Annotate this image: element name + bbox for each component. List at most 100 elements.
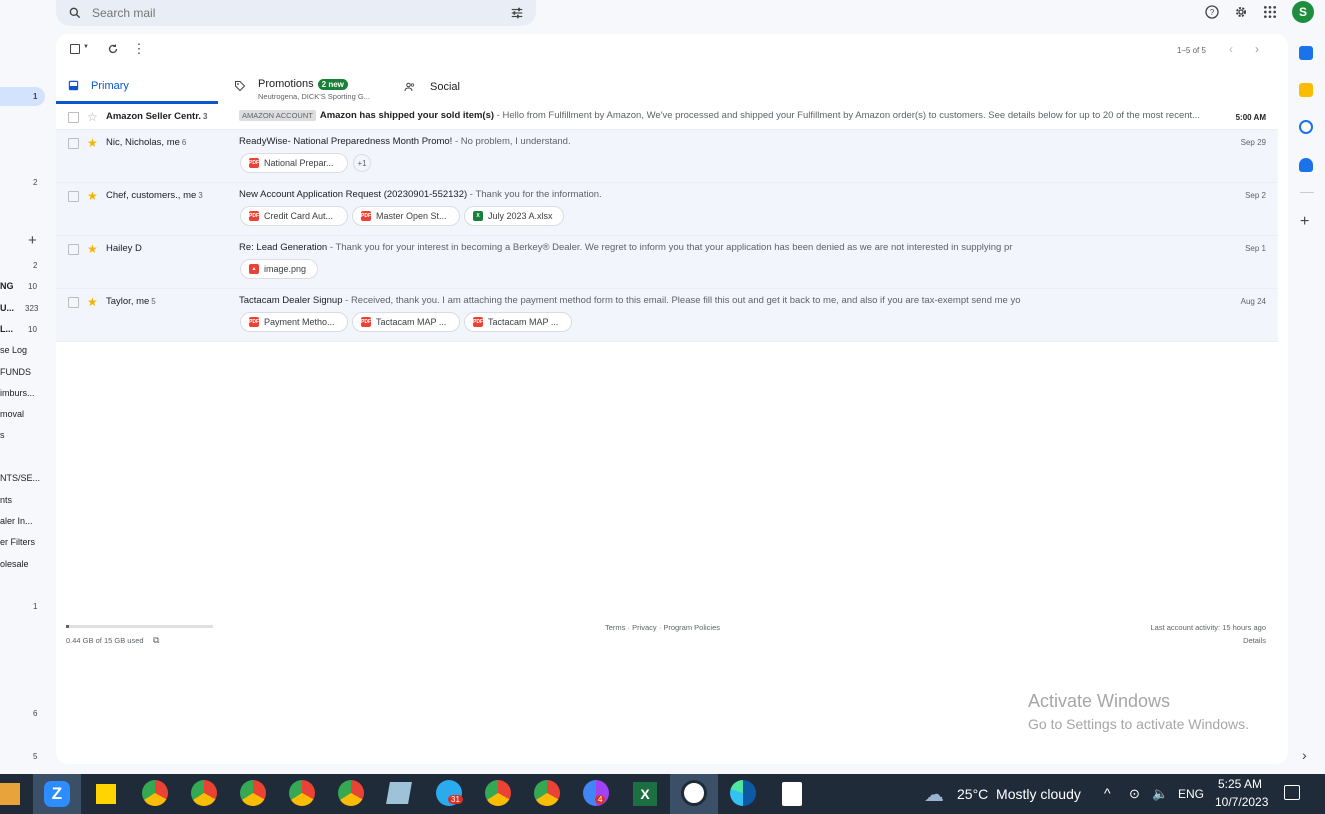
sidebar-label[interactable]: L... [0, 324, 13, 334]
help-icon[interactable]: ? [1203, 3, 1221, 21]
filter-options-icon[interactable] [508, 4, 526, 22]
tab-social[interactable]: Social [404, 70, 544, 104]
sidebar-label[interactable]: imburs... [0, 388, 35, 398]
refresh-icon[interactable] [104, 40, 122, 58]
sidebar-label[interactable]: NG [0, 281, 14, 291]
tab-label: Primary [91, 79, 129, 92]
footer-links[interactable]: Terms · Privacy · Program Policies [605, 623, 720, 632]
attachment-chip[interactable]: PDF Tactacam MAP ... [352, 312, 460, 332]
add-label-button[interactable]: + [28, 232, 37, 249]
gear-icon[interactable] [1232, 3, 1250, 21]
attachment-chip[interactable]: PDF Payment Metho... [240, 312, 348, 332]
pdf-icon: PDF [249, 211, 259, 221]
zoom-icon[interactable]: Z [44, 781, 70, 807]
contacts-icon[interactable] [1299, 158, 1313, 172]
email-date: Sep 2 [1245, 191, 1266, 200]
search-input[interactable] [92, 6, 508, 20]
notification-icon[interactable] [1284, 785, 1300, 800]
search-bar[interactable] [56, 0, 536, 26]
calculator-icon[interactable] [782, 782, 802, 806]
star-icon[interactable]: ★ [87, 190, 98, 202]
clock-date[interactable]: 10/7/2023 [1215, 795, 1268, 809]
email-date: Aug 24 [1240, 297, 1266, 306]
search-icon[interactable] [66, 4, 84, 22]
chrome-icon[interactable] [534, 780, 560, 806]
star-icon[interactable]: ☆ [87, 111, 98, 123]
row-checkbox[interactable] [68, 138, 79, 149]
inbox-count: 1 [33, 92, 38, 101]
attachment-chip[interactable]: PDF National Prepar... [240, 153, 348, 173]
chrome-icon[interactable] [289, 780, 315, 806]
apps-grid-icon[interactable] [1261, 3, 1279, 21]
attachment-chip[interactable]: PDF Credit Card Aut... [240, 206, 348, 226]
more-options-icon[interactable]: ⋮ [130, 40, 148, 58]
email-row[interactable]: ★ Chef, customers., me 3 New Account Appl… [56, 183, 1278, 236]
chevron-right-icon[interactable]: › [1255, 42, 1259, 56]
new-badge: 2 new [317, 79, 348, 90]
sticky-notes-icon[interactable] [96, 784, 116, 804]
clock-time[interactable]: 5:25 AM [1218, 777, 1262, 791]
chrome-icon[interactable] [142, 780, 168, 806]
select-dropdown-icon[interactable]: ▼ [83, 44, 89, 50]
chrome-icon[interactable] [338, 780, 364, 806]
keep-icon[interactable] [1299, 83, 1313, 97]
attachment-chip[interactable]: PDF Master Open St... [352, 206, 460, 226]
sidebar-item-inbox[interactable]: 1 [0, 87, 45, 106]
row-checkbox[interactable] [68, 244, 79, 255]
sidebar-label[interactable]: U... [0, 303, 14, 313]
sidebar-label[interactable]: nts [0, 495, 12, 505]
external-link-icon[interactable]: ⧉ [153, 635, 159, 646]
calendar-icon[interactable] [1299, 46, 1313, 60]
meet-now-icon[interactable]: ⊙ [1129, 786, 1140, 802]
add-addon-icon[interactable]: + [1300, 213, 1309, 231]
chrome-icon[interactable] [240, 780, 266, 806]
chevron-up-icon[interactable]: ^ [1104, 785, 1111, 801]
file-explorer-icon[interactable] [0, 783, 20, 805]
tab-primary[interactable]: Primary [56, 70, 218, 104]
photos-icon[interactable] [681, 780, 707, 806]
email-row[interactable]: ★ Hailey D Re: Lead Generation - Thank y… [56, 236, 1278, 289]
sidebar-label[interactable]: FUNDS [0, 367, 31, 377]
attachment-name: Master Open St... [376, 211, 447, 221]
row-checkbox[interactable] [68, 297, 79, 308]
pdf-icon: PDF [249, 158, 259, 168]
sidebar-label[interactable]: NTS/SE... [0, 473, 40, 483]
attachment-chip[interactable]: PDF Tactacam MAP ... [464, 312, 572, 332]
snippet: - Hello from Fulfillment by Amazon, We'v… [494, 110, 1199, 121]
volume-icon[interactable]: 🔈 [1152, 786, 1168, 802]
details-link[interactable]: Details [1243, 636, 1266, 645]
sidebar-label[interactable]: aler In... [0, 516, 33, 526]
email-row[interactable]: ★ Nic, Nicholas, me 6 ReadyWise- National… [56, 130, 1278, 183]
more-attachments[interactable]: +1 [353, 154, 371, 172]
attachment-chip[interactable]: ▲ image.png [240, 259, 318, 279]
sidebar-label[interactable]: olesale [0, 559, 29, 569]
language-indicator[interactable]: ENG [1178, 787, 1204, 801]
chevron-right-icon[interactable]: › [1302, 747, 1307, 763]
star-icon[interactable]: ★ [87, 296, 98, 308]
excel-icon[interactable]: X [633, 782, 657, 806]
email-row[interactable]: ☆ Amazon Seller Centr. 3 AMAZON ACCOUNT Am… [56, 104, 1278, 130]
avatar[interactable]: S [1292, 1, 1314, 23]
row-checkbox[interactable] [68, 112, 79, 123]
attachment-chip[interactable]: X July 2023 A.xlsx [464, 206, 564, 226]
sender: Chef, customers., me [106, 190, 197, 201]
edge-icon[interactable] [730, 780, 756, 806]
star-icon[interactable]: ★ [87, 137, 98, 149]
sidebar-label[interactable]: se Log [0, 345, 27, 355]
tab-promotions[interactable]: Promotions 2 new Neutrogena, DICK'S Sport… [234, 70, 394, 104]
sidebar-label[interactable]: moval [0, 409, 24, 419]
star-icon[interactable]: ★ [87, 243, 98, 255]
row-checkbox[interactable] [68, 191, 79, 202]
email-row[interactable]: ★ Taylor, me 5 Tactacam Dealer Signup - R… [56, 289, 1278, 342]
chrome-icon[interactable] [191, 780, 217, 806]
chrome-icon[interactable] [485, 780, 511, 806]
storage-bar [66, 625, 213, 628]
sidebar-label[interactable]: er Filters [0, 537, 35, 547]
snippet: - Thank you for your interest in becomin… [327, 242, 1013, 253]
weather-text[interactable]: 25°C Mostly cloudy [957, 786, 1081, 802]
notepad-icon[interactable] [386, 782, 412, 804]
sidebar-label[interactable]: s [0, 430, 5, 440]
tasks-icon[interactable] [1299, 120, 1313, 134]
select-all-checkbox[interactable] [66, 40, 84, 58]
chevron-left-icon[interactable]: ‹ [1229, 42, 1233, 56]
